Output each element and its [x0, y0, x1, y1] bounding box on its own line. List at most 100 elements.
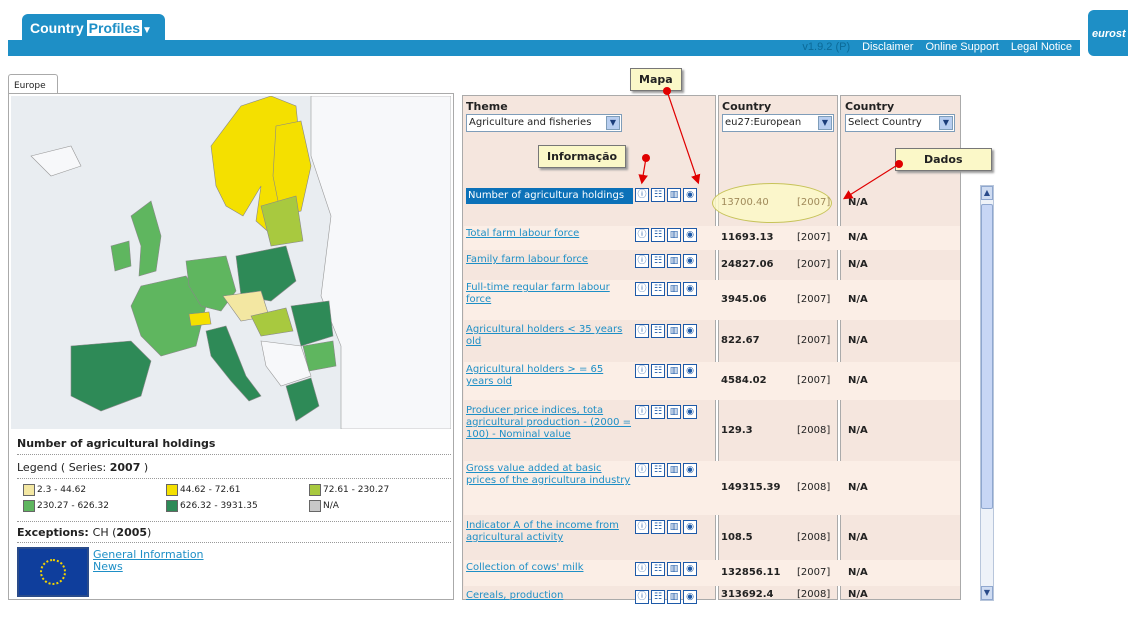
- map-icon[interactable]: ◉: [683, 188, 697, 202]
- info-icon[interactable]: ⓘ: [635, 254, 649, 268]
- table-row: Cereals, production ⓘ ☷ ▥ ◉ 313692.4 [2008] N/A: [464, 588, 960, 604]
- info-icon[interactable]: ⓘ: [635, 228, 649, 242]
- info-icon[interactable]: ⓘ: [635, 520, 649, 534]
- table-icon[interactable]: ☷: [651, 188, 665, 202]
- table-row: Indicator A of the income from agricultu…: [464, 518, 960, 558]
- chart-icon[interactable]: ▥: [667, 590, 681, 604]
- divider: [17, 478, 451, 479]
- country1-value: 24827.06: [721, 259, 774, 270]
- chart-icon[interactable]: ▥: [667, 282, 681, 296]
- chart-icon[interactable]: ▥: [667, 520, 681, 534]
- table-icon[interactable]: ☷: [651, 228, 665, 242]
- table-row: Total farm labour force ⓘ ☷ ▥ ◉ 11693.13 [2007…: [464, 226, 960, 250]
- divider: [17, 542, 451, 543]
- country1-year: [2007]: [797, 259, 831, 270]
- theme-select[interactable]: Agriculture and fisheries ▼: [466, 114, 622, 132]
- map-icon[interactable]: ◉: [683, 463, 697, 477]
- chart-icon[interactable]: ▥: [667, 324, 681, 338]
- indicator-link[interactable]: Agricultural holders > = 65 years old: [466, 364, 633, 388]
- indicator-link[interactable]: Indicator A of the income from agricultu…: [466, 520, 633, 544]
- europe-map[interactable]: [11, 96, 451, 429]
- chart-icon[interactable]: ▥: [667, 228, 681, 242]
- exceptions-year: 2005: [116, 526, 148, 539]
- news-link[interactable]: News: [93, 561, 204, 573]
- map-icon[interactable]: ◉: [683, 282, 697, 296]
- table-icon[interactable]: ☷: [651, 405, 665, 419]
- scroll-thumb[interactable]: [981, 204, 993, 509]
- info-icon[interactable]: ⓘ: [635, 463, 649, 477]
- table-row: Collection of cows' milk ⓘ ☷ ▥ ◉ 132856.11 [20…: [464, 560, 960, 586]
- app-title-tab[interactable]: Country Profiles ▼: [22, 14, 165, 41]
- country1-value: 822.67: [721, 335, 760, 346]
- map-icon[interactable]: ◉: [683, 405, 697, 419]
- indicator-link[interactable]: Total farm labour force: [466, 228, 633, 240]
- legend-item-label: 626.32 - 3931.35: [180, 501, 258, 511]
- country2-select[interactable]: Select Country ▼: [845, 114, 955, 132]
- chart-icon[interactable]: ▥: [667, 405, 681, 419]
- table-icon[interactable]: ☷: [651, 324, 665, 338]
- table-icon[interactable]: ☷: [651, 282, 665, 296]
- info-icon[interactable]: ⓘ: [635, 562, 649, 576]
- table-row: Gross value added at basic prices of the…: [464, 461, 960, 515]
- legend-item: 2.3 - 44.62: [23, 484, 166, 496]
- indicator-link[interactable]: Gross value added at basic prices of the…: [466, 463, 633, 487]
- map-icon[interactable]: ◉: [683, 562, 697, 576]
- scroll-up-icon[interactable]: ▲: [981, 186, 993, 200]
- map-icon[interactable]: ◉: [683, 254, 697, 268]
- row-icons: ⓘ ☷ ▥ ◉: [635, 562, 697, 576]
- table-row: Family farm labour force ⓘ ☷ ▥ ◉ 24827.06 [200…: [464, 252, 960, 278]
- info-icon[interactable]: ⓘ: [635, 590, 649, 604]
- callout-data: Dados: [895, 148, 992, 171]
- app-title-profiles: Profiles: [86, 20, 143, 36]
- legend-item: N/A: [309, 500, 439, 512]
- map-icon[interactable]: ◉: [683, 228, 697, 242]
- legend-item-label: N/A: [323, 501, 339, 511]
- table-scrollbar[interactable]: ▲ ▼: [980, 185, 994, 601]
- divider: [17, 454, 451, 455]
- indicator-link[interactable]: Collection of cows' milk: [466, 562, 633, 574]
- map-icon[interactable]: ◉: [683, 590, 697, 604]
- tab-europe[interactable]: Europe: [8, 74, 58, 94]
- map-icon[interactable]: ◉: [683, 364, 697, 378]
- info-icon[interactable]: ⓘ: [635, 188, 649, 202]
- table-icon[interactable]: ☷: [651, 364, 665, 378]
- chart-icon[interactable]: ▥: [667, 364, 681, 378]
- chart-icon[interactable]: ▥: [667, 188, 681, 202]
- country2-value: N/A: [848, 197, 868, 208]
- indicator-link[interactable]: Family farm labour force: [466, 254, 633, 266]
- chart-icon[interactable]: ▥: [667, 463, 681, 477]
- indicator-link[interactable]: Cereals, production: [466, 590, 633, 602]
- top-links: v1.9.2 (P) Disclaimer Online Support Leg…: [802, 41, 1072, 55]
- info-icon[interactable]: ⓘ: [635, 282, 649, 296]
- map-icon[interactable]: ◉: [683, 324, 697, 338]
- exceptions-code: CH (: [92, 526, 117, 539]
- theme-header: Theme: [466, 100, 508, 113]
- disclaimer-link[interactable]: Disclaimer: [862, 41, 913, 55]
- indicator-link[interactable]: Number of agricultura holdings: [466, 188, 633, 204]
- country-profiles-app: Country Profiles ▼ v1.9.2 (P) Disclaimer O…: [0, 0, 1128, 625]
- table-icon[interactable]: ☷: [651, 562, 665, 576]
- legend-item-label: 230.27 - 626.32: [37, 501, 109, 511]
- row-icons: ⓘ ☷ ▥ ◉: [635, 188, 697, 202]
- legend-swatch: [23, 484, 35, 496]
- table-icon[interactable]: ☷: [651, 463, 665, 477]
- table-icon[interactable]: ☷: [651, 254, 665, 268]
- chart-icon[interactable]: ▥: [667, 562, 681, 576]
- table-row: Number of agricultura holdings ⓘ ☷ ▥ ◉ 13700.…: [464, 186, 960, 220]
- legal-notice-link[interactable]: Legal Notice: [1011, 41, 1072, 55]
- country1-select[interactable]: eu27:European ▼: [722, 114, 834, 132]
- chart-icon[interactable]: ▥: [667, 254, 681, 268]
- indicator-link[interactable]: Agricultural holders < 35 years old: [466, 324, 633, 348]
- online-support-link[interactable]: Online Support: [925, 41, 998, 55]
- indicator-link[interactable]: Full-time regular farm labour force: [466, 282, 633, 306]
- map-icon[interactable]: ◉: [683, 520, 697, 534]
- info-icon[interactable]: ⓘ: [635, 364, 649, 378]
- info-icon[interactable]: ⓘ: [635, 324, 649, 338]
- indicator-link[interactable]: Producer price indices, tota agricultura…: [466, 405, 633, 441]
- table-icon[interactable]: ☷: [651, 590, 665, 604]
- country1-value: 4584.02: [721, 375, 767, 386]
- version-label: v1.9.2 (P): [802, 41, 851, 53]
- scroll-down-icon[interactable]: ▼: [981, 586, 993, 600]
- info-icon[interactable]: ⓘ: [635, 405, 649, 419]
- table-icon[interactable]: ☷: [651, 520, 665, 534]
